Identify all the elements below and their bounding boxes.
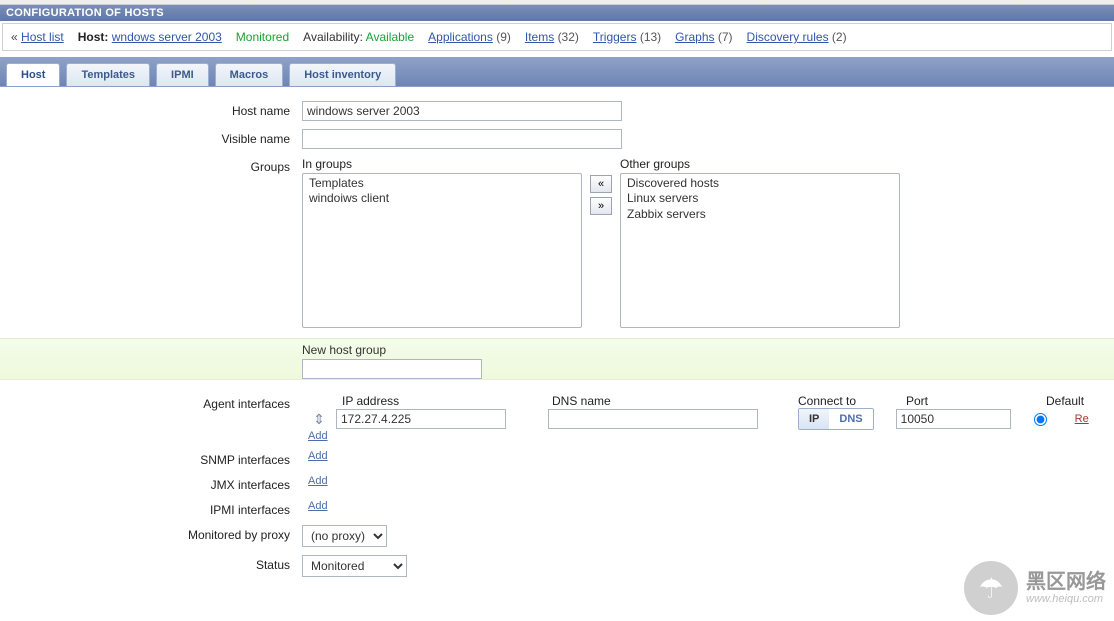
- tab-templates[interactable]: Templates: [66, 63, 150, 86]
- items-count: (32): [558, 30, 579, 44]
- other-groups-label: Other groups: [620, 157, 900, 171]
- groups-label: Groups: [0, 157, 302, 174]
- graphs-link[interactable]: Graphs: [675, 30, 714, 44]
- items-link[interactable]: Items: [525, 30, 554, 44]
- hostlist-link[interactable]: Host list: [21, 30, 64, 44]
- applications-count: (9): [496, 30, 511, 44]
- agent-ip-input[interactable]: [336, 409, 506, 429]
- in-groups-select[interactable]: Templateswindoiws client: [302, 173, 582, 328]
- proxy-label: Monitored by proxy: [0, 525, 302, 542]
- list-item[interactable]: Zabbix servers: [625, 207, 895, 222]
- back-symbol: «: [11, 30, 18, 44]
- col-default: Default: [1046, 394, 1106, 408]
- agent-remove-link[interactable]: Re: [1069, 413, 1089, 425]
- host-label: Host:: [78, 30, 109, 44]
- visiblename-label: Visible name: [0, 129, 302, 146]
- col-ip: IP address: [342, 394, 552, 408]
- hostname-input[interactable]: [302, 101, 622, 121]
- hostname-label: Host name: [0, 101, 302, 118]
- applications-link[interactable]: Applications: [428, 30, 493, 44]
- connect-to-toggle[interactable]: IP DNS: [798, 408, 874, 430]
- other-groups-select[interactable]: Discovered hostsLinux serversZabbix serv…: [620, 173, 900, 328]
- list-item[interactable]: Linux servers: [625, 191, 895, 206]
- col-connect: Connect to: [798, 394, 906, 408]
- discovery-count: (2): [832, 30, 847, 44]
- discovery-link[interactable]: Discovery rules: [747, 30, 829, 44]
- tab-ipmi[interactable]: IPMI: [156, 63, 209, 86]
- jmx-add-link[interactable]: Add: [308, 475, 328, 487]
- snmp-add-link[interactable]: Add: [308, 450, 328, 462]
- ipmi-add-link[interactable]: Add: [308, 500, 328, 512]
- move-left-button[interactable]: «: [590, 175, 612, 193]
- newgroup-input[interactable]: [302, 359, 482, 379]
- tab-host-inventory[interactable]: Host inventory: [289, 63, 396, 86]
- tabs-bar: Host Templates IPMI Macros Host inventor…: [0, 57, 1114, 87]
- connect-ip-option[interactable]: IP: [799, 409, 829, 429]
- triggers-count: (13): [640, 30, 661, 44]
- snmp-interfaces-label: SNMP interfaces: [0, 450, 302, 467]
- status-select[interactable]: Monitored: [302, 555, 407, 577]
- col-dns: DNS name: [552, 394, 798, 408]
- agent-port-input[interactable]: [896, 409, 1011, 429]
- move-right-button[interactable]: »: [590, 197, 612, 215]
- host-form: Host name Visible name Groups In groups …: [0, 97, 1114, 581]
- ipmi-interfaces-label: IPMI interfaces: [0, 500, 302, 517]
- proxy-select[interactable]: (no proxy): [302, 525, 387, 547]
- host-name-link[interactable]: wndows server 2003: [112, 30, 222, 44]
- agent-interfaces-label: Agent interfaces: [0, 394, 302, 411]
- monitored-status: Monitored: [236, 30, 289, 44]
- jmx-interfaces-label: JMX interfaces: [0, 475, 302, 492]
- agent-default-radio[interactable]: [1034, 413, 1047, 426]
- tab-macros[interactable]: Macros: [215, 63, 284, 86]
- triggers-link[interactable]: Triggers: [593, 30, 637, 44]
- connect-dns-option[interactable]: DNS: [829, 409, 872, 429]
- drag-handle-icon[interactable]: ⇕: [302, 411, 336, 428]
- page-title: CONFIGURATION OF HOSTS: [0, 5, 1114, 21]
- watermark-url: www.heiqu.com: [1026, 593, 1106, 605]
- availability-label: Availability:: [303, 30, 363, 44]
- agent-dns-input[interactable]: [548, 409, 758, 429]
- in-groups-label: In groups: [302, 157, 582, 171]
- status-label: Status: [0, 555, 302, 572]
- newgroup-label: New host group: [302, 343, 1114, 357]
- host-summary-bar: « Host list Host: wndows server 2003 Mon…: [2, 23, 1112, 51]
- col-port: Port: [906, 394, 1046, 408]
- list-item[interactable]: Templates: [307, 176, 577, 191]
- list-item[interactable]: Discovered hosts: [625, 176, 895, 191]
- graphs-count: (7): [718, 30, 733, 44]
- tab-host[interactable]: Host: [6, 63, 60, 86]
- availability-value: Available: [366, 30, 414, 44]
- visiblename-input[interactable]: [302, 129, 622, 149]
- agent-add-link[interactable]: Add: [308, 430, 328, 442]
- list-item[interactable]: windoiws client: [307, 191, 577, 206]
